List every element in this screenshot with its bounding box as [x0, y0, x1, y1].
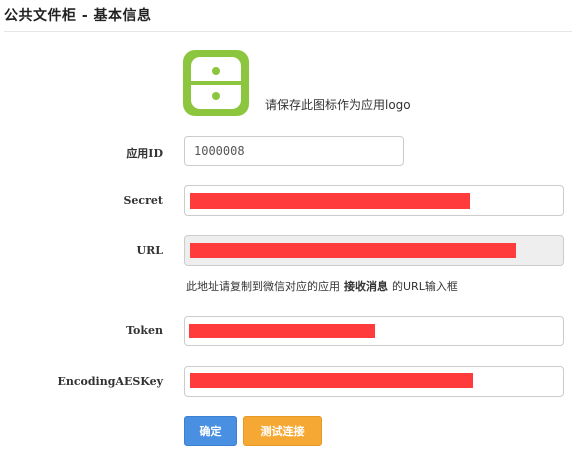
- page-title: 公共文件柜 - 基本信息: [4, 8, 152, 24]
- url-help-emphasis: 接收消息: [344, 280, 388, 293]
- app-id-field[interactable]: 1000008: [184, 136, 404, 166]
- aes-key-redaction: [190, 373, 473, 388]
- confirm-button[interactable]: 确定: [184, 416, 237, 446]
- url-label: URL: [136, 244, 163, 257]
- app-id-value: 1000008: [194, 144, 245, 158]
- aes-key-label: EncodingAESKey: [57, 375, 163, 388]
- secret-redaction: [190, 193, 470, 209]
- app-id-label: 应用ID: [126, 147, 163, 160]
- title-divider: [4, 31, 572, 32]
- url-help-prefix: 此地址请复制到微信对应的应用: [186, 280, 340, 293]
- logo-hint: 请保存此图标作为应用logo: [265, 98, 411, 112]
- url-redaction: [190, 243, 516, 258]
- url-help-text: 此地址请复制到微信对应的应用 接收消息 的URL输入框: [186, 278, 458, 294]
- token-redaction: [189, 324, 375, 338]
- test-connection-button[interactable]: 测试连接: [243, 416, 322, 446]
- secret-label: Secret: [123, 194, 163, 207]
- cabinet-logo-icon: [183, 50, 249, 116]
- token-label: Token: [126, 324, 163, 337]
- url-help-suffix: 的URL输入框: [392, 280, 458, 293]
